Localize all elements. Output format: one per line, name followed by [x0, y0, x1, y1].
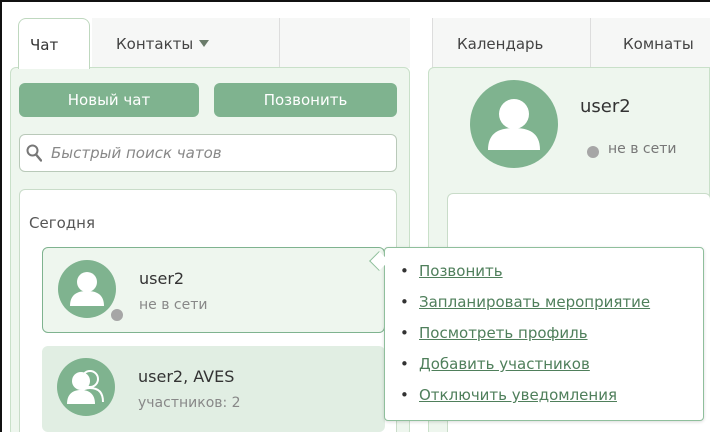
offline-status-icon [587, 146, 599, 158]
tab-chat[interactable]: Чат [18, 18, 90, 69]
tab-contacts[interactable]: Контакты [92, 18, 280, 68]
contact-name: user2 [580, 96, 631, 117]
chevron-down-icon[interactable] [199, 40, 210, 47]
context-menu: Позвонить Запланировать мероприятие Посм… [384, 247, 704, 421]
call-button[interactable]: Позвонить [214, 83, 397, 117]
menu-link-schedule-event[interactable]: Запланировать мероприятие [419, 293, 650, 311]
menu-link-view-profile[interactable]: Посмотреть профиль [419, 324, 588, 342]
menu-item-call[interactable]: Позвонить [385, 256, 705, 287]
chat-panel: Новый чат Позвонить Быстрый поиск чатов … [10, 67, 410, 432]
menu-item-schedule-event[interactable]: Запланировать мероприятие [385, 287, 705, 318]
list-item-name: user2 [139, 269, 185, 288]
menu-item-add-participants[interactable]: Добавить участников [385, 349, 705, 380]
tab-bar-filler [280, 18, 410, 68]
search-icon [26, 144, 42, 162]
menu-item-mute-notifications[interactable]: Отключить уведомления [385, 380, 705, 411]
list-item-status: не в сети [139, 297, 208, 313]
group-avatar-icon [57, 358, 115, 416]
tab-contacts-label: Контакты [116, 35, 194, 53]
list-item-members: участников: 2 [138, 395, 241, 411]
list-item[interactable]: user2, AVES участников: 2 [42, 346, 385, 432]
menu-item-view-profile[interactable]: Посмотреть профиль [385, 318, 705, 349]
contact-status: не в сети [608, 141, 677, 157]
search-placeholder: Быстрый поиск чатов [51, 144, 222, 162]
contact-avatar-icon [470, 80, 558, 168]
right-tab-bar: Календарь Комнаты [432, 18, 710, 68]
section-title-today: Сегодня [29, 214, 95, 232]
menu-link-call[interactable]: Позвонить [419, 262, 503, 280]
tab-chat-label: Чат [30, 36, 59, 54]
context-menu-list: Позвонить Запланировать мероприятие Посм… [385, 256, 705, 411]
list-item-name: user2, AVES [138, 367, 235, 386]
tab-calendar-label: Календарь [457, 35, 544, 53]
chat-list: Сегодня user2 не в сети user2, AVES учас… [19, 189, 397, 432]
list-item[interactable]: user2 не в сети [42, 247, 385, 333]
offline-status-icon [109, 307, 125, 323]
menu-link-mute-notifications[interactable]: Отключить уведомления [419, 386, 617, 404]
tab-rooms-label: Комнаты [623, 35, 694, 53]
menu-link-add-participants[interactable]: Добавить участников [419, 355, 590, 373]
tab-rooms[interactable]: Комнаты [591, 18, 710, 68]
user-avatar-icon [58, 260, 116, 318]
search-input[interactable]: Быстрый поиск чатов [19, 134, 397, 172]
new-chat-button[interactable]: Новый чат [19, 83, 199, 117]
tab-calendar[interactable]: Календарь [433, 18, 591, 68]
